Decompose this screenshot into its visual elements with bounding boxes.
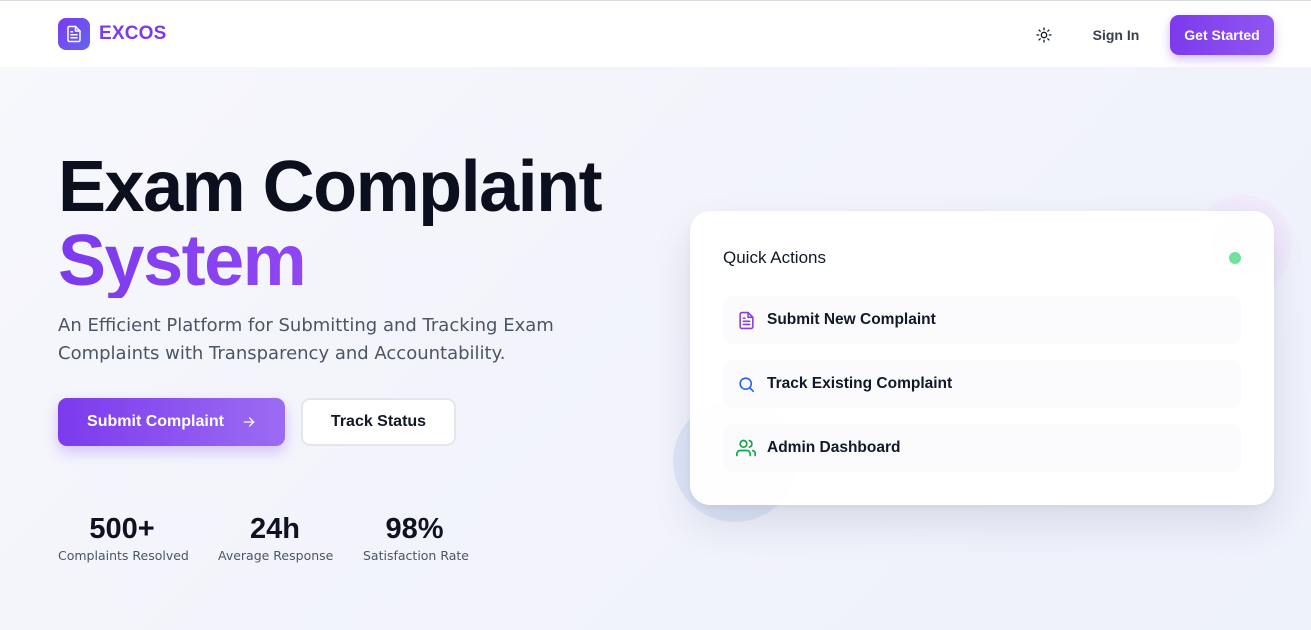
submit-complaint-label: Submit Complaint: [87, 413, 224, 430]
stat-value: 500+: [89, 513, 155, 545]
stat-value: 24h: [250, 513, 300, 545]
quick-action-track-existing-complaint[interactable]: Track Existing Complaint: [723, 360, 1241, 408]
sun-icon[interactable]: [1032, 23, 1056, 47]
brand[interactable]: EXCOS: [58, 18, 167, 50]
stat-value: 98%: [385, 513, 444, 545]
quick-action-admin-dashboard[interactable]: Admin Dashboard: [723, 424, 1241, 472]
hero-title-line1: Exam Complaint: [58, 147, 603, 227]
brand-name: EXCOS: [99, 23, 167, 44]
submit-complaint-button[interactable]: Submit Complaint: [58, 398, 285, 446]
quick-actions-title: Quick Actions: [723, 248, 826, 267]
hero-title-line2: System: [58, 224, 601, 298]
stat-satisfaction-rate: 98% Satisfaction Rate: [363, 513, 469, 563]
stat-average-response: 24h Average Response: [218, 513, 334, 563]
users-icon: [735, 437, 757, 459]
hero-subtitle: An Efficient Platform for Submitting and…: [58, 315, 554, 364]
document-icon: [735, 309, 757, 331]
quick-action-label: Admin Dashboard: [767, 439, 901, 456]
arrow-right-icon: [242, 415, 256, 429]
get-started-button[interactable]: Get Started: [1170, 15, 1274, 55]
quick-actions-card: Quick Actions Submit New Complaint Track…: [690, 211, 1274, 505]
sign-in-link[interactable]: Sign In: [1080, 22, 1152, 48]
stat-complaints-resolved: 500+ Complaints Resolved: [58, 513, 189, 563]
document-icon: [58, 18, 90, 50]
navbar: EXCOS Sign In Get Started: [0, 0, 1311, 67]
quick-action-label: Submit New Complaint: [767, 311, 936, 328]
status-indicator: [1229, 252, 1241, 264]
hero-title: Exam Complaint System: [58, 147, 603, 298]
stat-label: Complaints Resolved: [58, 548, 189, 563]
stat-label: Satisfaction Rate: [363, 548, 469, 563]
quick-action-label: Track Existing Complaint: [767, 375, 953, 392]
stat-label: Average Response: [218, 548, 334, 563]
track-status-button[interactable]: Track Status: [301, 398, 456, 446]
quick-action-submit-new-complaint[interactable]: Submit New Complaint: [723, 296, 1241, 344]
search-icon: [735, 373, 757, 395]
